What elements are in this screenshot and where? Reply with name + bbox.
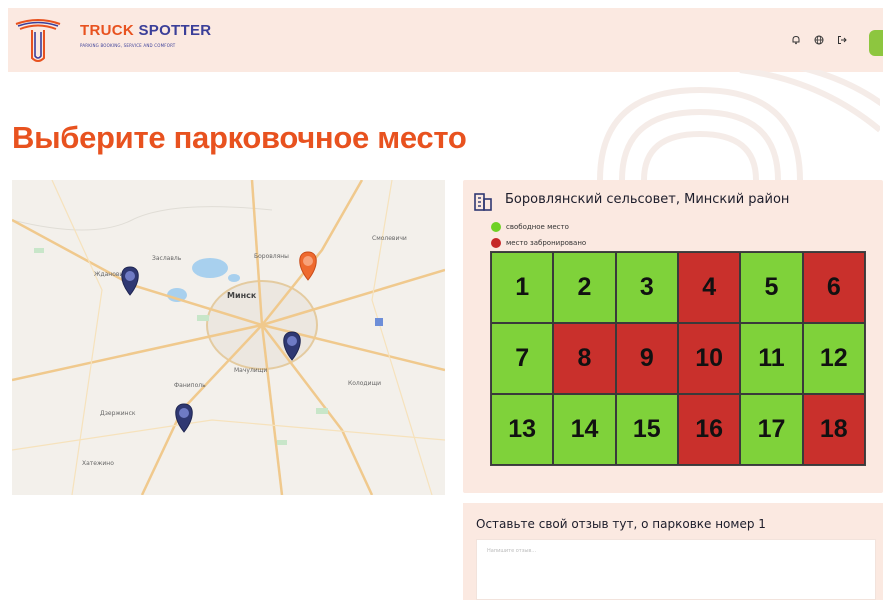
legend-free-label: свободное место	[506, 223, 569, 231]
globe-icon[interactable]	[814, 35, 824, 45]
building-icon	[474, 193, 492, 211]
app-header: TRUCK SPOTTER PARKING BOOKING, SERVICE A…	[8, 8, 883, 72]
legend-busy-label: место забронировано	[506, 239, 587, 247]
legend-busy: место забронировано	[491, 235, 586, 251]
map-label: Смолевичи	[372, 235, 407, 242]
parking-spot-9[interactable]: 9	[615, 323, 678, 394]
review-title: Оставьте свой отзыв тут, о парковке номе…	[476, 517, 766, 531]
brand-name[interactable]: TRUCK SPOTTER	[80, 22, 211, 39]
map-label: Заславль	[152, 255, 182, 262]
map-view[interactable]: Минск Заславль Боровляны Фаниполь Смолев…	[12, 180, 445, 495]
free-dot-icon	[491, 222, 501, 232]
truck-spotter-logo-icon[interactable]	[12, 14, 64, 64]
map-label: Мачулищи	[234, 367, 267, 374]
map-label: Минск	[227, 291, 257, 300]
review-placeholder: Напишите отзыв...	[487, 548, 537, 554]
header-actions	[791, 35, 847, 45]
parking-spot-3[interactable]: 3	[615, 252, 678, 323]
brand-tagline: PARKING BOOKING, SERVICE AND COMFORT	[80, 43, 176, 48]
map-canvas[interactable]: Минск Заславль Боровляны Фаниполь Смолев…	[12, 180, 445, 495]
parking-spot-18[interactable]: 18	[802, 394, 865, 465]
map-label: Боровляны	[254, 253, 289, 260]
map-label: Колодищи	[348, 380, 381, 387]
menu-toggle-button[interactable]	[869, 30, 883, 56]
parking-spot-10[interactable]: 10	[677, 323, 741, 394]
parking-spot-8[interactable]: 8	[553, 323, 616, 394]
bell-icon[interactable]	[791, 35, 801, 45]
parking-spot-2[interactable]: 2	[553, 252, 616, 323]
parking-spot-15[interactable]: 15	[615, 394, 678, 465]
brand-name-part1: TRUCK	[80, 22, 134, 39]
parking-location-title: Боровлянский сельсовет, Минский район	[505, 192, 790, 207]
page-title: Выберите парковочное место	[12, 120, 467, 155]
review-section: Оставьте свой отзыв тут, о парковке номе…	[463, 503, 883, 600]
parking-spot-13[interactable]: 13	[491, 394, 554, 465]
legend: свободное место место забронировано	[491, 219, 586, 251]
parking-spot-14[interactable]: 14	[553, 394, 616, 465]
map-label: Фаниполь	[174, 382, 206, 389]
legend-free: свободное место	[491, 219, 586, 235]
parking-spot-grid: 1 2 3 4 5 6 7 8 9 10 11 12 13 14 15 16 17 18	[490, 251, 866, 466]
parking-spot-12[interactable]: 12	[802, 323, 865, 394]
parking-spot-6[interactable]: 6	[802, 252, 865, 323]
parking-spot-7[interactable]: 7	[491, 323, 554, 394]
parking-spot-11[interactable]: 11	[740, 323, 803, 394]
parking-spot-4[interactable]: 4	[677, 252, 741, 323]
logout-icon[interactable]	[837, 35, 847, 45]
parking-spot-5[interactable]: 5	[740, 252, 803, 323]
parking-spot-16[interactable]: 16	[677, 394, 741, 465]
map-label: Хатежино	[82, 460, 114, 467]
decorative-pattern	[597, 70, 880, 180]
parking-panel: Боровлянский сельсовет, Минский район св…	[463, 180, 883, 493]
parking-spot-1[interactable]: 1	[491, 252, 554, 323]
busy-dot-icon	[491, 238, 501, 248]
parking-spot-17[interactable]: 17	[740, 394, 803, 465]
review-textarea[interactable]: Напишите отзыв...	[476, 539, 876, 600]
brand-name-part2: SPOTTER	[138, 22, 212, 39]
map-label: Дзержинск	[100, 410, 136, 417]
